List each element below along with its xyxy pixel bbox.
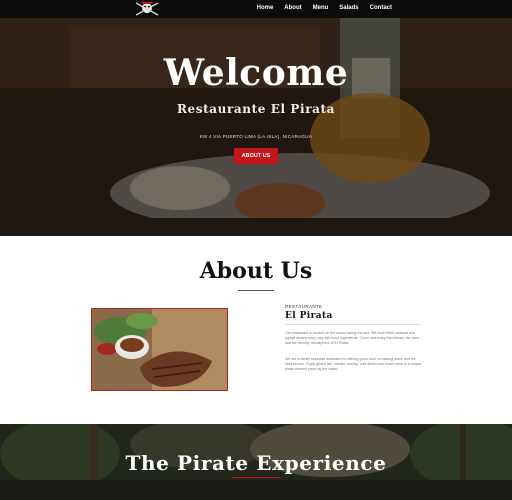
about-section-title: About Us bbox=[199, 258, 313, 284]
hero-address: KM 4 VIA PUERTO LIMA (LA ISLA), NICARAGU… bbox=[199, 134, 313, 139]
nav-item-home[interactable]: Home bbox=[257, 3, 274, 13]
about-paragraph-1: Our restaurant is located on the island … bbox=[285, 331, 419, 346]
hero-overlay bbox=[0, 18, 512, 236]
nav-item-menu[interactable]: Menu bbox=[313, 3, 329, 13]
pirate-experience-title: The Pirate Experience bbox=[125, 451, 387, 475]
about-restaurant-name: El Pirata bbox=[285, 311, 333, 321]
about-kicker: RESTAURANTE bbox=[285, 304, 323, 309]
nav-item-contact[interactable]: Contact bbox=[370, 3, 392, 13]
hero-title: Welcome bbox=[163, 52, 349, 94]
pirate-logo[interactable] bbox=[130, 0, 164, 18]
nav-item-about[interactable]: About bbox=[284, 3, 301, 13]
about-title-divider bbox=[238, 290, 274, 291]
about-us-button[interactable]: ABOUT US bbox=[234, 148, 278, 164]
about-paragraph-2: We are a family business dedicated to of… bbox=[285, 357, 422, 372]
top-navigation-bar: Home About Menu Salads Contact bbox=[0, 0, 512, 18]
pirate-experience-divider bbox=[232, 477, 280, 478]
nav-item-salads[interactable]: Salads bbox=[339, 3, 358, 13]
hero-subtitle: Restaurante El Pirata bbox=[176, 102, 336, 116]
steak-dish-photo bbox=[91, 308, 228, 391]
about-text-divider bbox=[285, 324, 421, 325]
main-nav: Home About Menu Salads Contact bbox=[257, 3, 392, 13]
hero-section bbox=[0, 18, 512, 236]
